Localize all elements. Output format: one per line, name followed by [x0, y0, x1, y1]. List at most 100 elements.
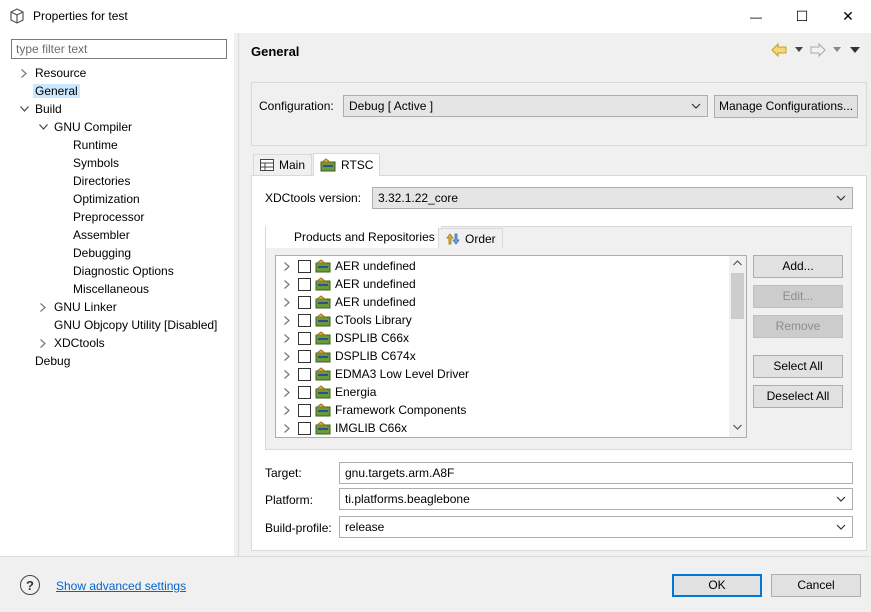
close-button[interactable]: ✕ — [825, 0, 871, 33]
list-item[interactable]: DSPLIB C66x — [276, 329, 730, 347]
add-button[interactable]: Add... — [753, 255, 843, 278]
window-title: Properties for test — [33, 9, 128, 23]
tab-rtsc[interactable]: RTSC — [313, 153, 381, 176]
product-checkbox[interactable] — [298, 313, 311, 327]
chevron-right-icon[interactable] — [276, 333, 298, 343]
tree-item[interactable]: Directories — [73, 172, 130, 190]
chevron-right-icon[interactable] — [38, 298, 48, 316]
chevron-down-icon — [836, 188, 846, 208]
product-checkbox[interactable] — [298, 295, 311, 309]
manage-configurations-button[interactable]: Manage Configurations... — [714, 95, 858, 118]
show-advanced-settings-link[interactable]: Show advanced settings — [56, 579, 186, 593]
back-dropdown[interactable] — [795, 42, 803, 58]
chevron-right-icon[interactable] — [276, 387, 298, 397]
product-checkbox[interactable] — [298, 259, 311, 273]
product-checkbox[interactable] — [298, 421, 311, 435]
chevron-right-icon[interactable] — [276, 279, 298, 289]
list-item[interactable]: AER undefined — [276, 275, 730, 293]
tree-item-label: Runtime — [73, 138, 118, 152]
chevron-right-icon[interactable] — [276, 261, 298, 271]
help-icon[interactable]: ? — [20, 575, 40, 595]
product-checkbox[interactable] — [298, 385, 311, 399]
tree-item[interactable]: GNU Linker — [40, 298, 117, 316]
package-icon — [315, 313, 331, 327]
chevron-right-icon[interactable] — [276, 315, 298, 325]
package-icon — [315, 367, 331, 381]
minimize-button[interactable]: — — [733, 0, 779, 33]
tree-item[interactable]: Diagnostic Options — [73, 262, 174, 280]
product-name: EDMA3 Low Level Driver — [335, 367, 470, 381]
build-profile-select[interactable]: release — [339, 516, 853, 538]
list-item[interactable]: IMGLIB C66x — [276, 419, 730, 437]
list-item[interactable]: Framework Components — [276, 401, 730, 419]
tree-item[interactable]: Debugging — [73, 244, 131, 262]
subtab-products-label: Products and Repositories — [294, 230, 435, 244]
tree-item[interactable]: General — [33, 82, 80, 100]
tree-item[interactable]: Build — [19, 100, 62, 118]
product-checkbox[interactable] — [298, 331, 311, 345]
xdctools-version-select[interactable]: 3.32.1.22_core — [372, 187, 853, 209]
tree-item[interactable]: GNU Compiler — [38, 118, 132, 136]
product-checkbox[interactable] — [298, 277, 311, 291]
chevron-down-icon[interactable] — [19, 100, 29, 118]
tab-main[interactable]: Main — [253, 154, 313, 175]
chevron-right-icon[interactable] — [276, 351, 298, 361]
chevron-right-icon[interactable] — [276, 369, 298, 379]
chevron-right-icon[interactable] — [38, 334, 48, 352]
product-checkbox[interactable] — [298, 367, 311, 381]
forward-arrow-icon — [810, 43, 826, 57]
back-button[interactable] — [771, 42, 787, 58]
select-all-button[interactable]: Select All — [753, 355, 843, 378]
filter-input[interactable] — [11, 39, 227, 59]
product-name: CTools Library — [335, 313, 412, 327]
deselect-all-button[interactable]: Deselect All — [753, 385, 843, 408]
list-item[interactable]: CTools Library — [276, 311, 730, 329]
chevron-right-icon[interactable] — [276, 423, 298, 433]
rtsc-icon — [320, 158, 336, 172]
tree-item[interactable]: Assembler — [73, 226, 130, 244]
tree-item-label: Build — [35, 102, 62, 116]
build-profile-label: Build-profile: — [265, 521, 332, 535]
view-menu-button[interactable] — [850, 42, 860, 58]
chevron-right-icon[interactable] — [276, 405, 298, 415]
chevron-right-icon[interactable] — [276, 297, 298, 307]
chevron-right-icon[interactable] — [19, 64, 29, 82]
tree-item[interactable]: Miscellaneous — [73, 280, 149, 298]
chevron-down-icon[interactable] — [38, 118, 48, 136]
products-scrollbar[interactable] — [729, 256, 746, 437]
forward-dropdown[interactable] — [833, 42, 841, 58]
configuration-value: Debug [ Active ] — [349, 99, 434, 113]
tree-item[interactable]: Symbols — [73, 154, 119, 172]
list-item[interactable]: Energia — [276, 383, 730, 401]
package-icon — [315, 403, 331, 417]
configuration-select[interactable]: Debug [ Active ] — [343, 95, 708, 117]
list-item[interactable]: AER undefined — [276, 293, 730, 311]
edit-button[interactable]: Edit... — [753, 285, 843, 308]
forward-button[interactable] — [810, 42, 826, 58]
list-item[interactable]: EDMA3 Low Level Driver — [276, 365, 730, 383]
tree-item[interactable]: Preprocessor — [73, 208, 144, 226]
platform-select[interactable]: ti.platforms.beaglebone — [339, 488, 853, 510]
scroll-thumb[interactable] — [731, 273, 744, 319]
tree-item[interactable]: Resource — [21, 64, 86, 82]
tree-item[interactable]: Optimization — [73, 190, 140, 208]
subtab-order[interactable]: Order — [438, 228, 503, 248]
remove-button[interactable]: Remove — [753, 315, 843, 338]
close-icon: ✕ — [842, 8, 854, 24]
list-item[interactable]: AER undefined — [276, 257, 730, 275]
maximize-button[interactable]: ☐ — [779, 0, 825, 33]
product-checkbox[interactable] — [298, 403, 311, 417]
tree-item[interactable]: Runtime — [73, 136, 118, 154]
tree-item[interactable]: GNU Objcopy Utility [Disabled] — [54, 316, 217, 334]
subtab-products-repositories[interactable]: Products and Repositories — [266, 226, 442, 248]
ok-button[interactable]: OK — [672, 574, 762, 597]
target-input[interactable]: gnu.targets.arm.A8F — [339, 462, 853, 484]
list-item[interactable]: DSPLIB C674x — [276, 347, 730, 365]
cancel-button[interactable]: Cancel — [771, 574, 861, 597]
chevron-down-icon — [836, 489, 846, 509]
tree-item-label: Debug — [35, 354, 71, 368]
product-checkbox[interactable] — [298, 349, 311, 363]
tree-item[interactable]: XDCtools — [40, 334, 105, 352]
product-name: AER undefined — [335, 295, 416, 309]
tree-item[interactable]: Debug — [35, 352, 70, 370]
